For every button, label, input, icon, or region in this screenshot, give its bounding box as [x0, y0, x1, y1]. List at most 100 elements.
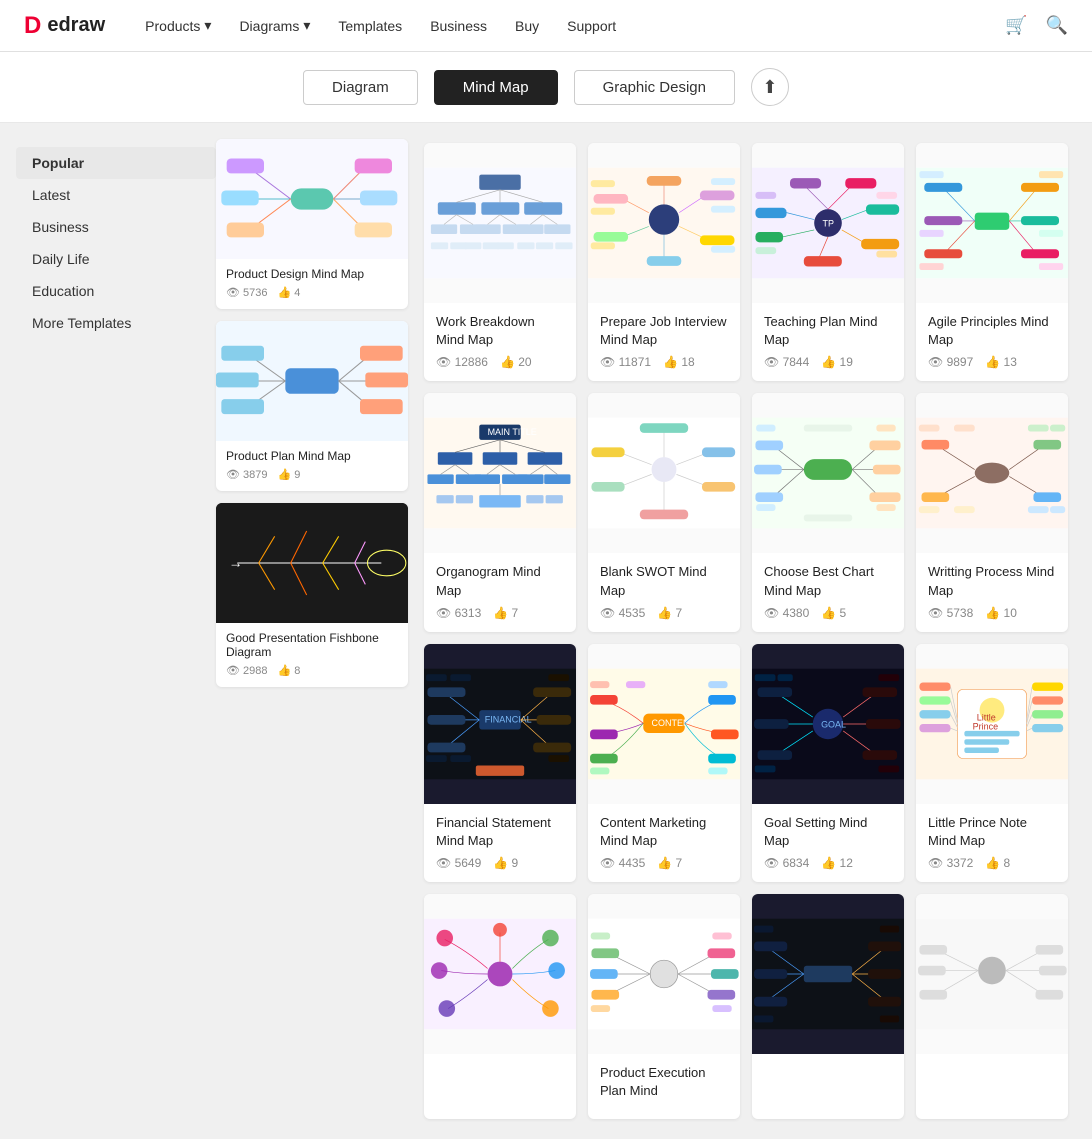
- card-title: Prepare Job Interview Mind Map: [600, 313, 728, 349]
- upload-button[interactable]: ⬆: [751, 68, 789, 106]
- sidebar-item-education[interactable]: Education: [16, 275, 216, 307]
- list-item[interactable]: Prepare Job Interview Mind Map 👁 11871 👍…: [588, 143, 740, 381]
- logo[interactable]: D edraw: [24, 12, 105, 40]
- svg-text:→: →: [229, 554, 243, 570]
- like-count: 👍 9: [493, 856, 518, 870]
- view-count: 👁 12886: [436, 355, 488, 369]
- card-title: Product Execution Plan Mind: [600, 1064, 728, 1100]
- sidebar-item-daily-life[interactable]: Daily Life: [16, 243, 216, 275]
- card-meta: 👁 2988 👍 8: [226, 664, 398, 677]
- list-item[interactable]: Writting Process Mind Map 👁 5738 👍 10: [916, 393, 1068, 631]
- view-count: 👁 6834: [764, 856, 809, 870]
- tab-mind-map[interactable]: Mind Map: [434, 70, 558, 105]
- card-thumbnail: [916, 894, 1068, 1054]
- card-meta: 👁 6313 👍 7: [436, 606, 564, 620]
- nav-buy[interactable]: Buy: [515, 18, 539, 34]
- view-count: 👁 4380: [764, 606, 809, 620]
- card-title: [928, 1064, 1056, 1082]
- list-item[interactable]: Blank SWOT Mind Map 👁 4535 👍 7: [588, 393, 740, 631]
- list-item[interactable]: Product Design Mind Map 👁 5736 👍 4: [216, 139, 408, 309]
- card-info: Product Execution Plan Mind: [588, 1054, 740, 1118]
- card-info: Little Prince Note Mind Map 👁 3372 👍 8: [916, 804, 1068, 882]
- nav-links: Products ▾ Diagrams ▾ Templates Business…: [145, 17, 1005, 34]
- card-thumbnail: FINANCIAL: [424, 644, 576, 804]
- nav-business[interactable]: Business: [430, 18, 487, 34]
- card-info: Organogram Mind Map 👁 6313 👍 7: [424, 553, 576, 631]
- view-count: 👁 5736: [226, 286, 268, 299]
- logo-icon: D: [24, 12, 41, 40]
- card-info: Prepare Job Interview Mind Map 👁 11871 👍…: [588, 303, 740, 381]
- card-meta: 👁 6834 👍 12: [764, 856, 892, 870]
- list-item[interactable]: CONTENT: [588, 644, 740, 882]
- list-item[interactable]: Little Prince: [916, 644, 1068, 882]
- tab-diagram[interactable]: Diagram: [303, 70, 418, 105]
- list-item[interactable]: [752, 894, 904, 1118]
- card-meta: 👁 9897 👍 13: [928, 355, 1056, 369]
- sidebar-item-more-templates[interactable]: More Templates: [16, 307, 216, 339]
- search-icon[interactable]: 🔍: [1046, 15, 1068, 36]
- like-count: 👍 19: [821, 355, 853, 369]
- list-item[interactable]: Product Execution Plan Mind: [588, 894, 740, 1118]
- card-thumbnail: [588, 143, 740, 303]
- card-title: Financial Statement Mind Map: [436, 814, 564, 850]
- list-item[interactable]: FINANCIAL: [424, 644, 576, 882]
- tab-bar: Diagram Mind Map Graphic Design ⬆: [0, 52, 1092, 123]
- nav-products[interactable]: Products ▾: [145, 17, 211, 34]
- card-title: Writting Process Mind Map: [928, 563, 1056, 599]
- card-title: Choose Best Chart Mind Map: [764, 563, 892, 599]
- nav-diagrams[interactable]: Diagrams ▾: [239, 17, 310, 34]
- view-count: 👁 9897: [928, 355, 973, 369]
- tab-graphic-design[interactable]: Graphic Design: [574, 70, 735, 105]
- card-title: Organogram Mind Map: [436, 563, 564, 599]
- card-meta: 👁 5649 👍 9: [436, 856, 564, 870]
- card-info: Work Breakdown Mind Map 👁 12886 👍 20: [424, 303, 576, 381]
- list-item[interactable]: → Good Presentation Fishbone Diagram 👁 2…: [216, 503, 408, 687]
- nav-templates[interactable]: Templates: [338, 18, 402, 34]
- list-item[interactable]: TP: [752, 143, 904, 381]
- view-count: 👁 3372: [928, 856, 973, 870]
- main-content: Popular Latest Business Daily Life Educa…: [0, 123, 1092, 1139]
- list-item[interactable]: Work Breakdown Mind Map 👁 12886 👍 20: [424, 143, 576, 381]
- list-item[interactable]: Choose Best Chart Mind Map 👁 4380 👍 5: [752, 393, 904, 631]
- list-item[interactable]: Agile Principles Mind Map 👁 9897 👍 13: [916, 143, 1068, 381]
- like-count: 👍 8: [278, 664, 301, 677]
- card-meta: 👁 11871 👍 18: [600, 355, 728, 369]
- like-count: 👍 4: [278, 286, 301, 299]
- list-item[interactable]: MAIN TITLE: [424, 393, 576, 631]
- card-info: [916, 1054, 1068, 1100]
- list-item[interactable]: Product Plan Mind Map 👁 3879 👍 9: [216, 321, 408, 491]
- list-item[interactable]: [424, 894, 576, 1118]
- cart-icon[interactable]: 🛒: [1005, 15, 1027, 36]
- view-count: 👁 5738: [928, 606, 973, 620]
- card-info: Product Plan Mind Map 👁 3879 👍 9: [216, 441, 408, 491]
- sidebar-item-latest[interactable]: Latest: [16, 179, 216, 211]
- view-count: 👁 4535: [600, 606, 645, 620]
- card-meta: 👁 12886 👍 20: [436, 355, 564, 369]
- card-meta: 👁 4435 👍 7: [600, 856, 728, 870]
- nav-support[interactable]: Support: [567, 18, 616, 34]
- like-count: 👍 9: [278, 468, 301, 481]
- card-meta: 👁 4535 👍 7: [600, 606, 728, 620]
- sidebar-item-popular[interactable]: Popular: [16, 147, 216, 179]
- card-title: Teaching Plan Mind Map: [764, 313, 892, 349]
- template-grid: Work Breakdown Mind Map 👁 12886 👍 20: [416, 139, 1076, 1123]
- card-thumbnail: [216, 139, 408, 259]
- sidebar-item-business[interactable]: Business: [16, 211, 216, 243]
- logo-text: edraw: [47, 14, 105, 37]
- list-item[interactable]: GOAL: [752, 644, 904, 882]
- like-count: 👍 20: [500, 355, 532, 369]
- list-item[interactable]: [916, 894, 1068, 1118]
- card-thumbnail: MAIN TITLE: [424, 393, 576, 553]
- card-thumbnail: [216, 321, 408, 441]
- card-thumbnail: [752, 894, 904, 1054]
- like-count: 👍 7: [657, 606, 682, 620]
- card-meta: 👁 3372 👍 8: [928, 856, 1056, 870]
- card-thumbnail: [916, 143, 1068, 303]
- card-info: Goal Setting Mind Map 👁 6834 👍 12: [752, 804, 904, 882]
- card-info: Teaching Plan Mind Map 👁 7844 👍 19: [752, 303, 904, 381]
- view-count: 👁 4435: [600, 856, 645, 870]
- card-info: [424, 1054, 576, 1100]
- card-title: Agile Principles Mind Map: [928, 313, 1056, 349]
- card-title: Little Prince Note Mind Map: [928, 814, 1056, 850]
- navbar: D edraw Products ▾ Diagrams ▾ Templates …: [0, 0, 1092, 52]
